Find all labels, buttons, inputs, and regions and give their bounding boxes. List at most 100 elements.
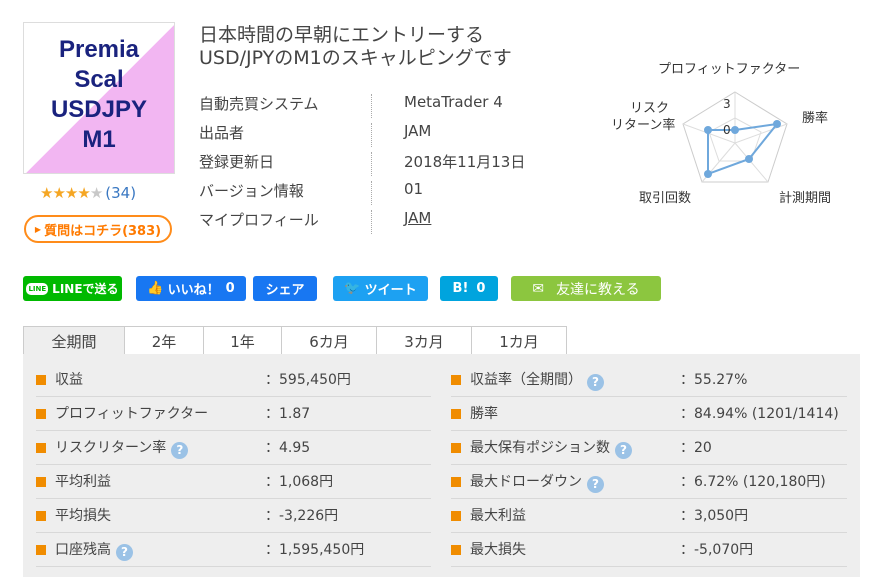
stat-max-profit: 最大利益 ：3,050円 [451,499,847,533]
hatena-count: 0 [476,281,486,296]
bullet-square-icon [36,375,46,385]
row-divider [451,566,847,567]
radar-label-period: 計測期間 [779,191,832,206]
radar-point [731,126,739,134]
tab-3-months[interactable]: 3カ月 [376,326,472,355]
bullet-square-icon [451,477,461,487]
radar-scale-max: 3 [723,97,731,111]
stat-risk-return: リスクリターン率? ：4.95 [36,431,431,465]
title-line: 日本時間の早朝にエントリーする [199,24,485,46]
stat-label: 最大保有ポジション数 [470,440,610,456]
tell-friend-label: 友達に教える [556,281,640,298]
info-value: 01 [404,180,424,198]
tab-1-year[interactable]: 1年 [203,326,282,355]
stat-value: ：-3,226円 [265,508,339,524]
line-share-label: LINEで送る [52,282,119,296]
bullet-square-icon [36,409,46,419]
stat-avg-profit: 平均利益 ：1,068円 [36,465,431,499]
twitter-bird-icon: 🐦 [344,281,361,296]
stat-value: ：6.72% (120,180円) [680,474,826,490]
divider [371,152,372,176]
facebook-share-button[interactable]: シェア [253,276,317,301]
tweet-button[interactable]: 🐦 ツイート [333,276,428,301]
star-half-icon: ★ [77,184,90,202]
hatena-icon: B! [452,281,469,296]
info-value: JAM [404,122,432,140]
stat-label: 収益率（全期間） [470,372,582,388]
radar-point [704,126,712,134]
bullet-square-icon [451,545,461,555]
divider [371,181,372,205]
triangle-right-icon: ▶ [34,224,42,234]
stat-label: プロフィットファクター [55,406,209,422]
stat-label: 勝率 [470,406,498,422]
facebook-like-button[interactable]: 👍 いいね！ 0 [136,276,246,301]
stat-label: 最大ドローダウン [470,474,582,490]
bullet-square-icon [36,477,46,487]
stat-profit-factor: プロフィットファクター ：1.87 [36,397,431,431]
radar-chart: 3 0 [682,91,788,183]
radar-scale-min: 0 [723,123,731,137]
question-button[interactable]: ▶ 質問はコチラ(383) [24,215,172,243]
line-icon: LINE [26,282,49,295]
stat-label: 口座残高 [55,542,111,558]
stat-max-drawdown: 最大ドローダウン? ：6.72% (120,180円) [451,465,847,499]
rating: ★★★★★ (34) [40,184,136,202]
tell-friend-button[interactable]: ✉ 友達に教える [511,276,661,301]
thumbs-up-icon: 👍 [147,281,164,296]
stat-max-loss: 最大損失 ：-5,070円 [451,533,847,567]
info-key: マイプロフィール [199,211,319,229]
tab-6-months[interactable]: 6カ月 [281,326,377,355]
rating-count[interactable]: (34) [105,184,136,202]
bullet-square-icon [451,375,461,385]
radar-point [773,120,781,128]
bullet-square-icon [36,545,46,555]
tab-2-years[interactable]: 2年 [124,326,204,355]
divider [371,94,372,118]
tab-all-period[interactable]: 全期間 [23,326,125,355]
help-icon[interactable]: ? [615,442,632,459]
tab-1-month[interactable]: 1カ月 [471,326,567,355]
help-icon[interactable]: ? [587,476,604,493]
envelope-icon: ✉ [532,280,545,297]
info-key: バージョン情報 [199,182,304,200]
stat-balance: 口座残高? ：1,595,450円 [36,533,431,567]
stat-return-rate: 収益率（全期間）? ：55.27% [451,363,847,397]
stat-value: ：4.95 [265,440,311,456]
stat-label: 最大損失 [470,542,526,558]
info-key: 自動売買システム [199,95,319,113]
stat-label-wrap: 最大保有ポジション数? [470,437,632,459]
stat-max-positions: 最大保有ポジション数? ：20 [451,431,847,465]
help-icon[interactable]: ? [587,374,604,391]
row-divider [36,566,431,567]
radar-label-return: リターン率 [611,118,676,133]
line-share-button[interactable]: LINE LINEで送る [23,276,122,301]
product-image-line: Premia [58,36,140,63]
info-key: 登録更新日 [199,153,275,171]
divider [371,123,372,147]
stat-label-wrap: リスクリターン率? [55,437,189,459]
product-image-line: USDJPY [50,96,148,123]
product-image-line: M1 [82,126,116,153]
radar-label-winrate: 勝率 [802,111,829,126]
help-icon[interactable]: ? [116,544,133,561]
bullet-square-icon [36,511,46,521]
bullet-square-icon [451,511,461,521]
hatena-bookmark-button[interactable]: B! 0 [440,276,498,301]
help-icon[interactable]: ? [171,442,189,459]
bullet-square-icon [451,443,461,453]
product-image-line: Scal [74,66,124,93]
stat-value: ：84.94% (1201/1414) [680,406,839,422]
product-title: 日本時間の早朝にエントリーする USD/JPYのM1のスキャルピングです [199,24,512,70]
stat-label-wrap: 最大ドローダウン? [470,471,604,493]
info-value: MetaTrader 4 [404,93,503,111]
stat-label: 平均利益 [55,474,111,490]
radar-point [704,170,712,178]
like-label: いいね！ [167,283,220,298]
stat-value: ：55.27% [680,372,748,388]
profile-link[interactable]: JAM [404,209,431,227]
star-icon: ★ [52,184,65,202]
stat-value: ：20 [680,440,712,456]
stat-label: リスクリターン率 [55,440,167,456]
radar-label-trades: 取引回数 [639,191,692,206]
